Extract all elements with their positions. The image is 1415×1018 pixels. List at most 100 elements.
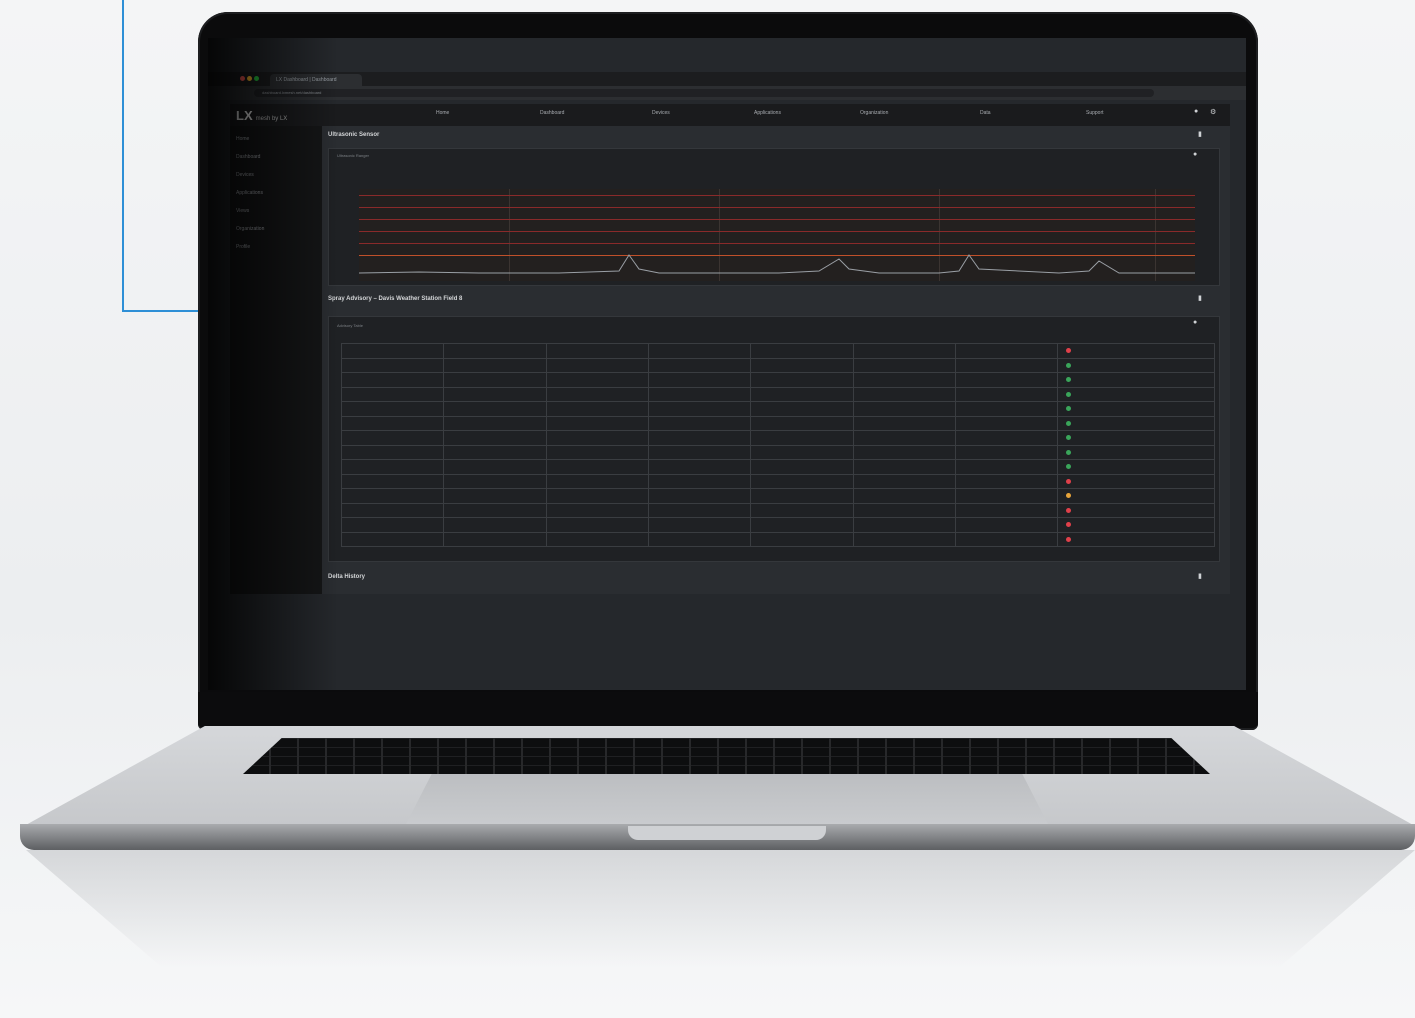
table-cell (750, 343, 854, 359)
status-icon (1066, 362, 1072, 368)
table-cell (750, 430, 854, 446)
browser-tab[interactable]: LX Dashboard | Dashboard (270, 74, 362, 86)
table-cell (443, 386, 547, 402)
delete-icon[interactable]: ▮ (1198, 572, 1202, 580)
table-cell (648, 430, 752, 446)
table-cell (852, 488, 957, 504)
table-cell (750, 502, 854, 518)
keyboard (243, 738, 1210, 774)
table-cell (443, 430, 547, 446)
table-cell (955, 459, 1059, 475)
table-cell (750, 517, 854, 533)
main-content: Ultrasonic Sensor ▮ Ultrasonic Ranger ● (322, 126, 1230, 594)
nav-support[interactable]: Support (1086, 110, 1104, 116)
table-cell (443, 401, 547, 417)
nav-devices[interactable]: Devices (652, 110, 670, 116)
table-cell (340, 517, 445, 533)
table-cell (852, 517, 957, 533)
table-cell (955, 430, 1059, 446)
table-cell (955, 386, 1059, 402)
chart-panel-title: Ultrasonic Ranger (337, 153, 370, 158)
status-cell (1057, 459, 1215, 475)
table-cell (955, 343, 1059, 359)
table-cell (750, 531, 854, 547)
table-cell (852, 386, 957, 402)
nav-applications[interactable]: Applications (754, 110, 781, 116)
reflection (26, 850, 1415, 1018)
sidebar-item-devices[interactable]: Devices (236, 172, 254, 178)
table-cell (340, 343, 445, 359)
status-icon (1066, 522, 1072, 528)
table-cell (955, 531, 1059, 547)
table-cell (750, 488, 854, 504)
nav-dashboard[interactable]: Dashboard (540, 110, 564, 116)
minimize-icon[interactable] (247, 76, 252, 81)
table-row (340, 459, 1215, 475)
table-cell (955, 473, 1059, 489)
table-cell (545, 444, 650, 460)
table-cell (852, 401, 957, 417)
callout-line-vertical (122, 0, 124, 312)
delete-icon[interactable]: ▮ (1198, 130, 1202, 138)
app-logo[interactable]: LX mesh by LX (236, 108, 287, 123)
status-icon (1066, 478, 1072, 484)
table-cell (750, 415, 854, 431)
chart-panel: Ultrasonic Ranger ● (328, 148, 1220, 286)
sidebar-item-profile[interactable]: Profile (236, 244, 250, 250)
table-cell (750, 444, 854, 460)
table-row (340, 473, 1215, 489)
user-icon[interactable]: ● (1194, 108, 1198, 115)
table-cell (648, 357, 752, 373)
table-row (340, 386, 1215, 402)
delete-icon[interactable]: ▮ (1198, 294, 1202, 302)
url-input[interactable]: dashboard.lxmesh.net/dashboard (254, 89, 1154, 97)
sidebar-item-applications[interactable]: Applications (236, 190, 263, 196)
table-cell (545, 372, 650, 388)
table-cell (852, 531, 957, 547)
table-cell (443, 488, 547, 504)
settings-icon[interactable]: ⚙ (1210, 108, 1216, 116)
table-cell (852, 357, 957, 373)
ultrasonic-line (359, 254, 1195, 274)
table-cell (443, 473, 547, 489)
nav-home[interactable]: Home (436, 110, 449, 116)
table-cell (750, 401, 854, 417)
sidebar-item-home[interactable]: Home (236, 136, 249, 142)
table-cell (443, 357, 547, 373)
sidebar-item-organization[interactable]: Organization (236, 226, 264, 232)
close-icon[interactable] (240, 76, 245, 81)
sidebar-item-dashboard[interactable]: Dashboard (236, 154, 260, 160)
table-cell (340, 459, 445, 475)
table-cell (852, 473, 957, 489)
info-icon[interactable]: ● (1193, 319, 1197, 326)
table-cell (340, 531, 445, 547)
status-cell (1057, 372, 1215, 388)
table-cell (648, 386, 752, 402)
table-cell (340, 430, 445, 446)
table-cell (340, 357, 445, 373)
table-cell (648, 372, 752, 388)
table-cell (340, 401, 445, 417)
table-row (340, 488, 1215, 504)
table-cell (443, 531, 547, 547)
chart-area (359, 189, 1195, 281)
nav-data[interactable]: Data (980, 110, 991, 116)
sidebar-item-views[interactable]: Views (236, 208, 249, 214)
status-cell (1057, 415, 1215, 431)
status-icon (1066, 507, 1072, 513)
table-cell (852, 415, 957, 431)
table-cell (545, 357, 650, 373)
info-icon[interactable]: ● (1193, 151, 1197, 158)
laptop-screen: LX Dashboard | Dashboard dashboard.lxmes… (208, 38, 1246, 690)
table-cell (750, 386, 854, 402)
nav-organization[interactable]: Organization (860, 110, 888, 116)
table-row (340, 415, 1215, 431)
window-controls[interactable] (240, 76, 261, 83)
maximize-icon[interactable] (254, 76, 259, 81)
table-row (340, 357, 1215, 373)
table-cell (545, 415, 650, 431)
table-cell (545, 401, 650, 417)
table-row (340, 343, 1215, 359)
lid-notch (628, 826, 826, 840)
status-cell (1057, 386, 1215, 402)
